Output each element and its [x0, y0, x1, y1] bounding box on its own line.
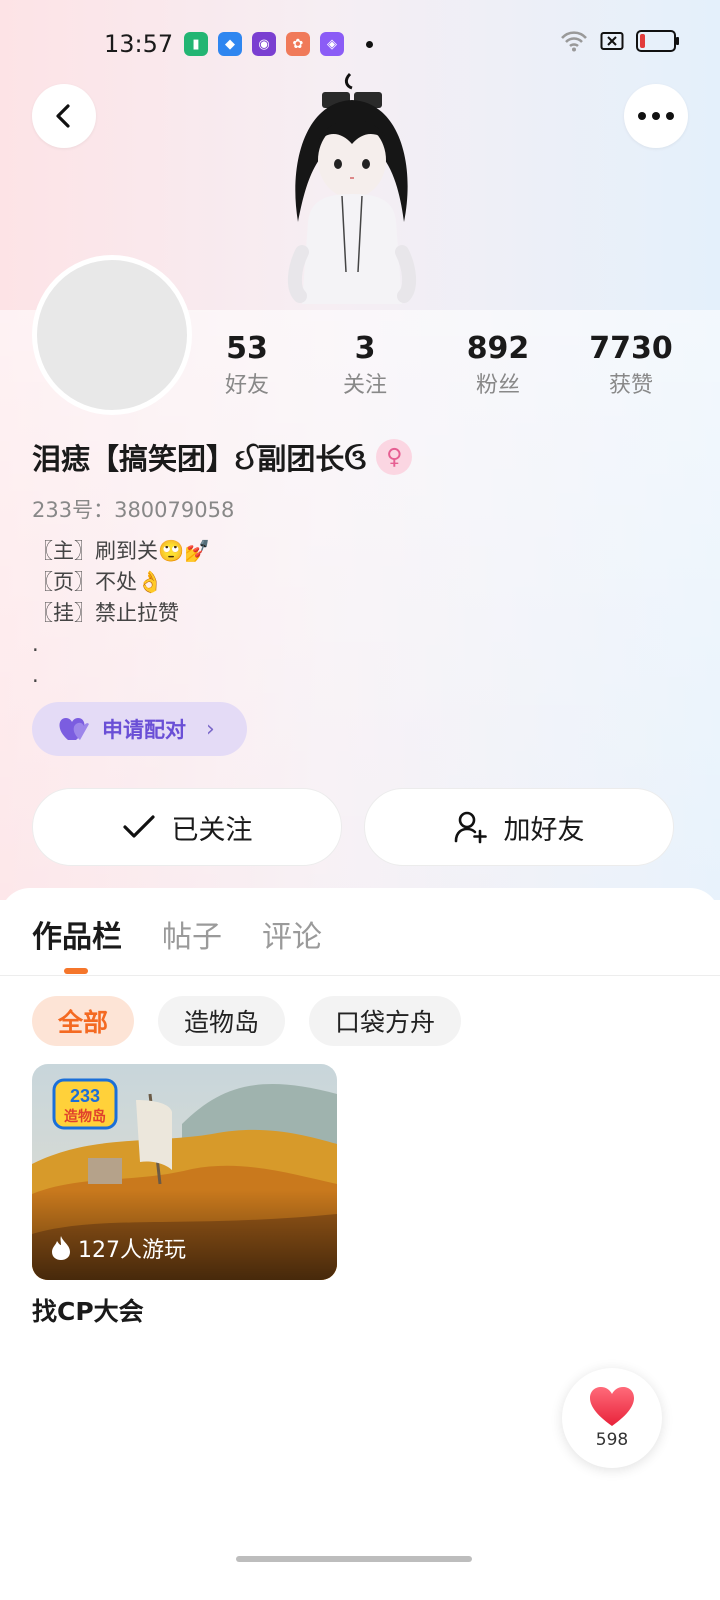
nickname: 泪痣【搞笑团】ઈ副团长ઉ [32, 442, 367, 476]
home-indicator[interactable] [236, 1556, 472, 1562]
notification-icons: ▮ ◆ ◉ ✿ ◈ [184, 32, 373, 56]
bio-line: 〖主〗刷到关🙄💅 [32, 539, 211, 563]
stat-label: 关注 [342, 373, 387, 398]
work-card[interactable]: 233 造物岛 127人游玩 [32, 1064, 337, 1280]
stat-label: 好友 [224, 373, 269, 398]
tab-works[interactable]: 作品栏 [32, 912, 122, 956]
svg-text:233: 233 [70, 1086, 100, 1106]
battery-level [640, 34, 645, 48]
avatar[interactable] [32, 255, 192, 415]
like-count: 598 [595, 1430, 629, 1450]
add-friend-button[interactable]: 加好友 [364, 788, 674, 866]
tab-posts[interactable]: 帖子 [162, 912, 222, 956]
avatar-character-image [288, 72, 416, 304]
more-button[interactable] [624, 84, 688, 148]
stat-likes[interactable]: 7730 获赞 [571, 330, 691, 402]
filter-chips: 全部 造物岛 口袋方舟 [32, 996, 462, 1046]
user-id[interactable]: 233号：380079058 [32, 494, 234, 524]
content-tabs: 作品栏 帖子 评论 [32, 912, 322, 956]
bio-line: 〖挂〗禁止拉赞 [32, 601, 179, 625]
tab-comments[interactable]: 评论 [262, 912, 322, 956]
bio: 〖主〗刷到关🙄💅 〖页〗不处👌 〖挂〗禁止拉赞 . . [32, 536, 210, 691]
following-button[interactable]: 已关注 [32, 788, 342, 866]
stat-value: 892 [466, 331, 530, 366]
more-horizontal-icon [638, 112, 674, 120]
heart-icon [590, 1387, 634, 1426]
filter-all[interactable]: 全部 [32, 996, 135, 1046]
svg-text:造物岛: 造物岛 [64, 1108, 106, 1125]
like-button[interactable]: 598 [562, 1368, 662, 1468]
app-notification-icon: ◉ [252, 32, 276, 56]
app-notification-icon: ◆ [218, 32, 242, 56]
play-count: 127人游玩 [50, 1232, 186, 1264]
stat-value: 3 [354, 331, 376, 366]
stat-label: 获赞 [608, 373, 653, 398]
add-user-icon [454, 811, 487, 844]
chevron-left-icon [56, 104, 70, 128]
following-label: 已关注 [171, 814, 253, 846]
check-icon [122, 815, 155, 838]
stat-friends[interactable]: 53 好友 [187, 330, 307, 402]
work-title[interactable]: 找CP大会 [32, 1292, 144, 1328]
wifi-icon [561, 31, 587, 52]
status-time: 13:57 [104, 30, 174, 58]
filter-creation-island[interactable]: 造物岛 [158, 996, 286, 1046]
creation-island-logo: 233 造物岛 [52, 1078, 118, 1134]
chevron-right-icon: › [206, 716, 215, 742]
active-tab-indicator [64, 968, 88, 974]
stat-value: 53 [226, 331, 268, 366]
hearts-icon [59, 718, 89, 740]
stat-following[interactable]: 3 关注 [305, 330, 425, 402]
add-friend-label: 加好友 [503, 814, 585, 846]
female-icon: ♀ [376, 439, 413, 475]
back-button[interactable] [32, 84, 96, 148]
divider [0, 975, 720, 976]
request-pair-label: 申请配对 [102, 718, 186, 742]
request-pair-button[interactable]: 申请配对 › [32, 702, 247, 756]
stat-label: 粉丝 [475, 373, 520, 398]
app-notification-icon: ▮ [184, 32, 208, 56]
play-count-label: 127人游玩 [78, 1238, 186, 1263]
app-notification-icon: ◈ [320, 32, 344, 56]
bio-line: . [32, 663, 39, 687]
more-notifications-dot [366, 40, 373, 48]
flame-icon [52, 1236, 70, 1260]
bio-line: . [32, 632, 39, 656]
app-notification-icon: ✿ [286, 32, 310, 56]
sim-blocked-icon [600, 32, 624, 50]
bio-line: 〖页〗不处👌 [32, 570, 164, 594]
stat-fans[interactable]: 892 粉丝 [438, 330, 558, 402]
nickname-row: 泪痣【搞笑团】ઈ副团长ઉ ♀ [32, 436, 413, 478]
stat-value: 7730 [589, 331, 673, 366]
battery-icon [636, 30, 679, 52]
filter-pocket-ark[interactable]: 口袋方舟 [309, 996, 462, 1046]
